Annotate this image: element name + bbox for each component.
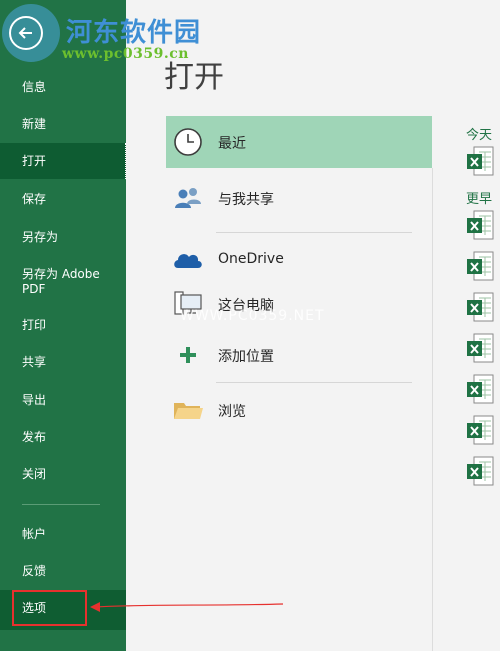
menu-item-close[interactable]: 关闭 (0, 467, 126, 481)
menu-item-publish[interactable]: 发布 (0, 430, 126, 444)
back-arrow-icon (18, 27, 32, 39)
menu-item-label: 打开 (22, 154, 47, 168)
plus-icon (180, 347, 196, 363)
menu-item-new[interactable]: 新建 (0, 117, 126, 131)
location-divider (216, 382, 412, 383)
menu-item-label: 另存为 (22, 230, 59, 244)
location-label: 与我共享 (218, 192, 274, 208)
menu-item-save-as-pdf[interactable]: 另存为 Adobe PDF (0, 267, 118, 297)
menu-item-info[interactable]: 信息 (0, 80, 126, 94)
panel-divider (432, 168, 433, 651)
location-label: 浏览 (218, 404, 246, 420)
back-button[interactable] (9, 16, 43, 50)
location-label: 最近 (218, 136, 246, 152)
excel-file-icon[interactable] (466, 415, 494, 445)
clock-icon (174, 128, 202, 156)
menu-item-export[interactable]: 导出 (0, 393, 126, 407)
watermark-title: 河东软件园 (66, 18, 202, 48)
menu-divider (22, 504, 100, 505)
menu-item-label: 帐户 (22, 527, 47, 541)
recent-group-earlier: 更早 (466, 192, 493, 207)
people-icon (175, 188, 201, 208)
excel-file-icon[interactable] (466, 210, 494, 240)
menu-item-share[interactable]: 共享 (0, 355, 126, 369)
cloud-icon (174, 254, 202, 268)
backstage-sidebar: 信息 新建 打开 保存 另存为 另存为 Adobe PDF 打印 共享 导出 发… (0, 0, 126, 651)
excel-file-icon[interactable] (466, 251, 494, 281)
excel-file-icon[interactable] (466, 374, 494, 404)
location-add-place[interactable]: 添加位置 (166, 329, 432, 381)
location-label: OneDrive (218, 251, 284, 267)
page-title: 打开 (164, 60, 224, 95)
menu-item-label: 关闭 (22, 467, 47, 481)
menu-item-label: 反馈 (22, 564, 47, 578)
menu-item-label: 打印 (22, 318, 47, 332)
menu-item-label: 信息 (22, 80, 47, 94)
menu-item-label: 共享 (22, 355, 47, 369)
menu-item-label: 保存 (22, 192, 47, 206)
excel-file-icon[interactable] (466, 456, 494, 486)
annotation-highlight-box (12, 590, 87, 626)
location-recent[interactable]: 最近 (166, 116, 432, 168)
watermark-center-text: WWW.PC0359.NET (180, 308, 325, 324)
excel-file-icon[interactable] (466, 333, 494, 363)
location-browse[interactable]: 浏览 (166, 384, 432, 436)
location-label: 添加位置 (218, 349, 274, 365)
menu-item-save[interactable]: 保存 (0, 192, 126, 206)
recent-group-today: 今天 (466, 128, 493, 143)
menu-item-account[interactable]: 帐户 (0, 527, 126, 541)
folder-icon (174, 403, 203, 419)
menu-item-label: 导出 (22, 393, 47, 407)
menu-item-label: 新建 (22, 117, 47, 131)
menu-item-feedback[interactable]: 反馈 (0, 564, 126, 578)
menu-item-label: 另存为 Adobe PDF (22, 267, 100, 296)
menu-item-open[interactable]: 打开 (0, 143, 126, 179)
excel-file-icon[interactable] (466, 292, 494, 322)
location-shared-with-me[interactable]: 与我共享 (166, 172, 432, 224)
menu-item-label: 发布 (22, 430, 47, 444)
menu-item-print[interactable]: 打印 (0, 318, 126, 332)
excel-file-icon[interactable] (466, 146, 494, 176)
menu-item-save-as[interactable]: 另存为 (0, 230, 126, 244)
location-divider (216, 232, 412, 233)
